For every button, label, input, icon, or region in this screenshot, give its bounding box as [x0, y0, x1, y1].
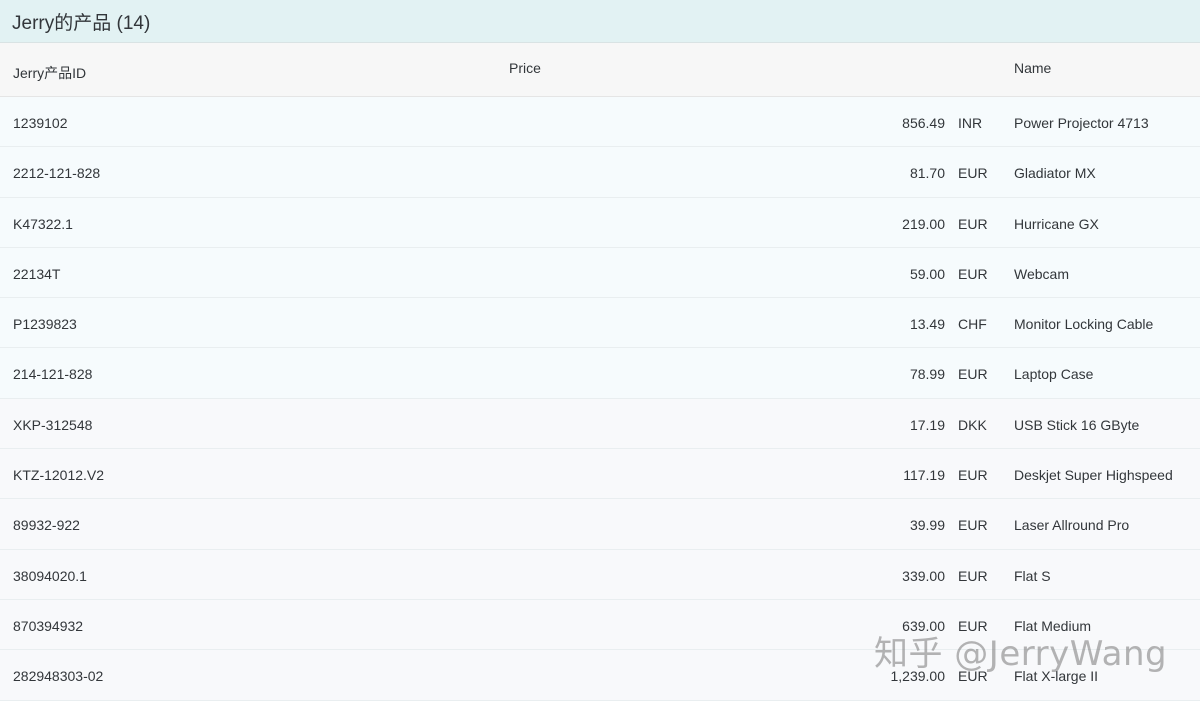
product-id-cell: K47322.1 — [13, 215, 73, 232]
price-currency-cell: EUR — [958, 467, 988, 484]
product-id-cell: XKP-312548 — [13, 416, 93, 433]
product-name-cell: Flat S — [1014, 567, 1051, 584]
column-header-id[interactable]: Jerry产品ID — [13, 63, 86, 83]
table-title-bar: Jerry的产品 (14) — [0, 0, 1200, 43]
table-row[interactable]: XKP-312548 17.19 DKK USB Stick 16 GByte — [0, 398, 1200, 450]
column-header-price[interactable]: Price — [509, 60, 541, 76]
product-name-cell: Monitor Locking Cable — [1014, 316, 1154, 333]
price-currency-cell: EUR — [958, 165, 988, 182]
price-amount-cell: 219.00 — [902, 215, 945, 232]
table-body: 1239102 856.49 INR Power Projector 4713 … — [0, 97, 1200, 701]
table-row[interactable]: P1239823 13.49 CHF Monitor Locking Cable — [0, 298, 1200, 349]
price-amount-cell: 59.00 — [909, 265, 945, 282]
price-currency-cell: EUR — [958, 668, 988, 685]
product-id-cell: 870394932 — [13, 617, 84, 634]
price-currency-cell: INR — [958, 115, 983, 131]
product-name-cell: Gladiator MX — [1014, 165, 1096, 182]
column-header-row: Jerry产品ID Price Name — [0, 43, 1200, 97]
product-id-cell: 38094020.1 — [13, 567, 87, 584]
price-amount-cell: 13.49 — [909, 316, 945, 333]
product-id-cell: 1239102 — [13, 115, 68, 131]
product-id-cell: KTZ-12012.V2 — [13, 467, 105, 484]
product-name-cell: Laptop Case — [1014, 366, 1094, 383]
product-id-cell: 22134T — [13, 265, 61, 282]
product-name-cell: Power Projector 4713 — [1014, 115, 1149, 131]
price-currency-cell: EUR — [958, 567, 988, 584]
product-id-cell: 89932-922 — [13, 517, 80, 534]
table-title: Jerry的产品 (14) — [12, 12, 151, 34]
product-id-cell: 2212-121-828 — [13, 165, 101, 182]
price-amount-cell: 339.00 — [902, 567, 945, 584]
product-name-cell: Flat Medium — [1014, 617, 1092, 634]
price-amount-cell: 17.19 — [909, 416, 945, 433]
product-name-cell: Webcam — [1014, 265, 1069, 282]
product-table-page: Jerry的产品 (14) Jerry产品ID Price Name 12391… — [0, 0, 1200, 702]
product-id-cell: 282948303-02 — [13, 668, 104, 685]
table-row[interactable]: 1239102 856.49 INR Power Projector 4713 — [0, 97, 1200, 148]
price-currency-cell: EUR — [958, 265, 988, 282]
table-row[interactable]: 22134T 59.00 EUR Webcam — [0, 247, 1200, 299]
table-row[interactable]: KTZ-12012.V2 117.19 EUR Deskjet Super Hi… — [0, 449, 1200, 500]
product-name-cell: Hurricane GX — [1014, 215, 1099, 232]
table-row[interactable]: 89932-922 39.99 EUR Laser Allround Pro — [0, 499, 1200, 550]
price-currency-cell: EUR — [958, 617, 988, 634]
table-row[interactable]: 214-121-828 78.99 EUR Laptop Case — [0, 348, 1200, 399]
table-row[interactable]: 282948303-02 1,239.00 EUR Flat X-large I… — [0, 650, 1200, 701]
product-id-cell: 214-121-828 — [13, 366, 93, 383]
table-row[interactable]: 38094020.1 339.00 EUR Flat S — [0, 549, 1200, 600]
price-currency-cell: EUR — [958, 366, 988, 383]
price-currency-cell: EUR — [958, 517, 988, 534]
product-name-cell: Deskjet Super Highspeed — [1014, 467, 1173, 484]
price-amount-cell: 81.70 — [909, 165, 945, 182]
column-header-name[interactable]: Name — [1014, 60, 1051, 76]
price-amount-cell: 639.00 — [902, 617, 945, 634]
price-amount-cell: 78.99 — [909, 366, 945, 383]
price-amount-cell: 856.49 — [902, 115, 945, 131]
product-name-cell: Flat X-large II — [1014, 668, 1099, 685]
table-row[interactable]: 2212-121-828 81.70 EUR Gladiator MX — [0, 147, 1200, 198]
price-amount-cell: 39.99 — [909, 517, 945, 534]
table-row[interactable]: K47322.1 219.00 EUR Hurricane GX — [0, 197, 1200, 248]
price-currency-cell: EUR — [958, 215, 988, 232]
product-name-cell: USB Stick 16 GByte — [1014, 416, 1140, 433]
table-row[interactable]: 870394932 639.00 EUR Flat Medium — [0, 599, 1200, 651]
product-name-cell: Laser Allround Pro — [1014, 517, 1130, 534]
product-id-cell: P1239823 — [13, 316, 77, 333]
price-currency-cell: DKK — [958, 416, 987, 433]
price-currency-cell: CHF — [958, 316, 987, 333]
price-amount-cell: 117.19 — [903, 467, 945, 484]
price-amount-cell: 1,239.00 — [890, 668, 946, 685]
